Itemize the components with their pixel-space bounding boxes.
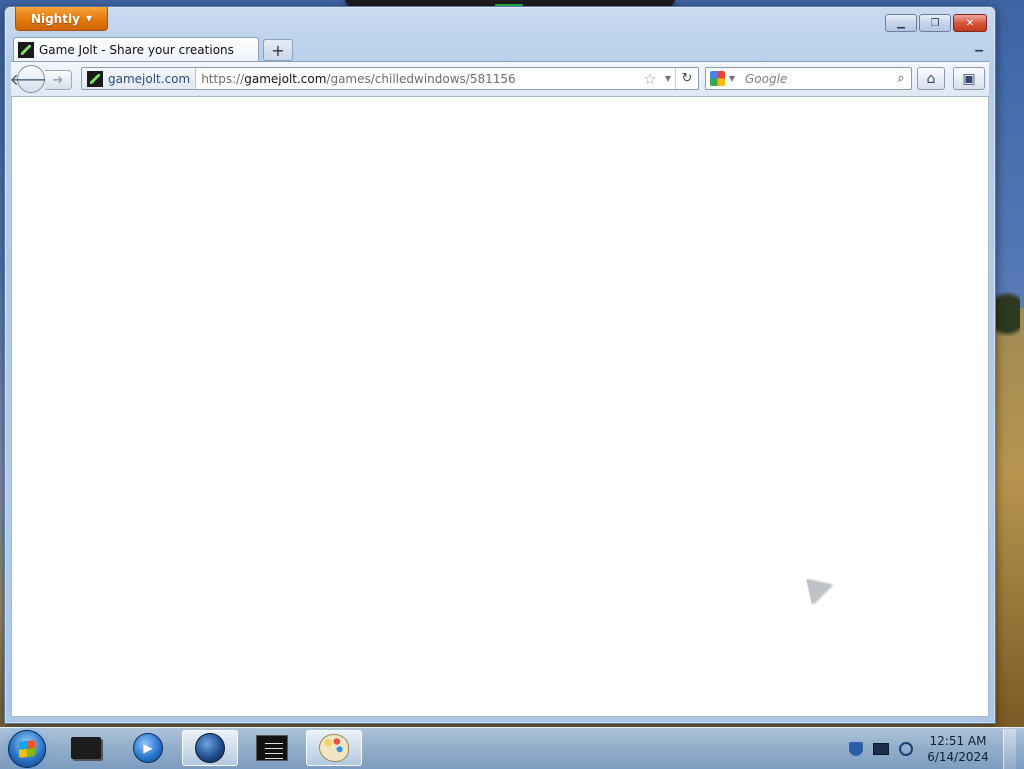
search-engine-dropdown-icon[interactable]: ▼ (725, 74, 739, 83)
system-tray: 12:51 AM 6/14/2024 (849, 728, 1016, 769)
browser-window: Nightly ▼ ▁ ❐ ✕ Game Jolt - Share your c… (4, 6, 996, 724)
taskbar-paint-app[interactable] (306, 730, 362, 766)
sync-icon[interactable] (899, 741, 913, 756)
maximize-button[interactable]: ❐ (919, 14, 951, 32)
globe-icon (195, 733, 225, 763)
list-all-tabs-button[interactable]: ▁ (975, 41, 983, 52)
taskbar-folder-app[interactable] (58, 730, 114, 766)
paint-palette-icon (319, 734, 349, 762)
restore-icon: ❐ (930, 17, 940, 29)
window-controls: ▁ ❐ ✕ (885, 14, 987, 32)
taskbar-media-player-app[interactable]: ▶ (120, 730, 176, 766)
arrow-right-icon: ➜ (52, 72, 64, 88)
page-content-area[interactable] (11, 96, 989, 717)
url-scheme: https:// (201, 71, 245, 86)
desktop-wallpaper-tree (994, 290, 1020, 350)
home-icon: ⌂ (926, 70, 936, 87)
media-player-icon: ▶ (133, 733, 163, 763)
reload-icon: ↻ (681, 71, 693, 86)
reload-button[interactable]: ↻ (675, 68, 698, 89)
minimize-button[interactable]: ▁ (885, 14, 917, 32)
url-text[interactable]: https://gamejolt.com/games/chilledwindow… (196, 72, 639, 86)
tab-gamejolt[interactable]: Game Jolt - Share your creations (13, 37, 259, 61)
start-button[interactable] (8, 730, 46, 768)
tab-strip: Game Jolt - Share your creations + ▁ (11, 37, 989, 61)
folder-icon (71, 737, 101, 759)
bookmarks-icon: ▣ (962, 70, 976, 87)
close-icon: ✕ (965, 17, 975, 29)
network-monitor-icon[interactable] (873, 742, 889, 755)
chevron-down-icon: ▼ (85, 14, 93, 23)
app-menu-button[interactable]: Nightly ▼ (15, 7, 108, 31)
site-identity-button[interactable]: gamejolt.com (82, 68, 197, 89)
shield-icon[interactable] (849, 741, 863, 756)
taskbar: ▶ 12:51 AM 6/14/2024 (0, 727, 1024, 769)
gamejolt-favicon-icon (18, 41, 34, 58)
identity-site-label: gamejolt.com (108, 71, 191, 86)
clock-date: 6/14/2024 (927, 749, 989, 764)
system-clock[interactable]: 12:51 AM 6/14/2024 (923, 733, 993, 765)
new-tab-button[interactable]: + (263, 39, 293, 61)
terminal-icon (256, 735, 288, 761)
minimize-icon: ▁ (897, 17, 905, 29)
search-placeholder: Google (745, 71, 788, 86)
google-search-engine-icon[interactable] (710, 71, 725, 86)
taskbar-terminal-app[interactable] (244, 730, 300, 766)
chevron-down-icon: ▁ (975, 41, 983, 52)
bookmark-star-icon[interactable]: ☆ (639, 70, 661, 88)
back-button[interactable]: 🡐 (10, 65, 52, 93)
forward-button[interactable]: ➜ (45, 70, 72, 90)
app-menu-label: Nightly (30, 11, 80, 26)
tab-title: Game Jolt - Share your creations (39, 42, 234, 57)
history-dropdown-icon[interactable]: ▼ (661, 74, 675, 83)
plus-icon: + (271, 40, 285, 60)
bookmarks-menu-button[interactable]: ▣ (953, 67, 985, 90)
show-desktop-button[interactable] (1003, 728, 1016, 769)
search-icon[interactable]: ⌕ (891, 71, 911, 86)
clock-time: 12:51 AM (929, 733, 987, 748)
url-host: gamejolt.com (244, 71, 327, 86)
address-bar[interactable]: gamejolt.com https://gamejolt.com/games/… (81, 67, 699, 90)
search-bar[interactable]: ▼ Google ⌕ (705, 67, 912, 90)
navigation-toolbar: 🡐 ➜ gamejolt.com https://gamejolt.com/ga… (10, 61, 989, 97)
url-path: /games/chilledwindows/581156 (326, 71, 516, 86)
close-button[interactable]: ✕ (953, 14, 987, 32)
gamejolt-favicon-icon (87, 70, 103, 87)
home-button[interactable]: ⌂ (917, 67, 945, 90)
taskbar-browser-app[interactable] (182, 730, 238, 766)
